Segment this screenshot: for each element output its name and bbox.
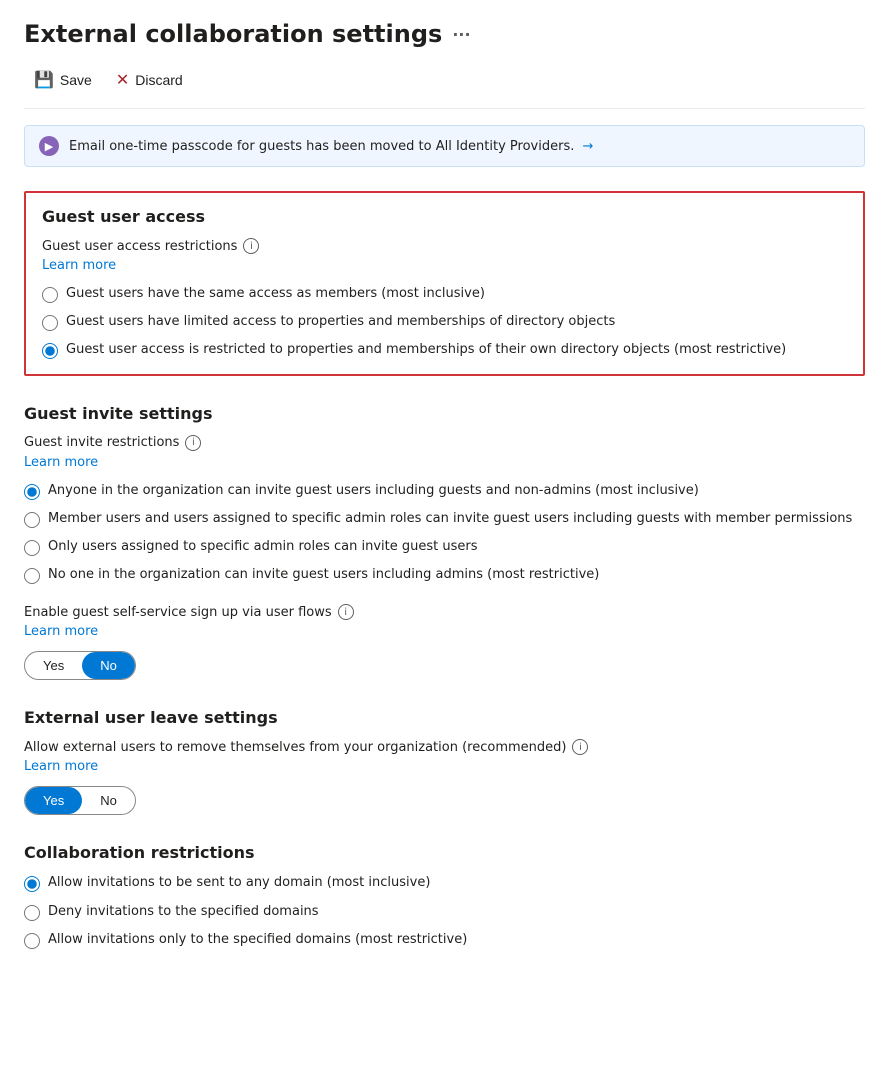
guest-user-access-option-1[interactable]: Guest users have the same access as memb…	[42, 285, 847, 303]
external-leave-toggle: Yes No	[24, 786, 136, 815]
guest-invite-radio-1[interactable]	[24, 484, 40, 500]
notification-arrow[interactable]: →	[582, 139, 593, 154]
collab-restrictions-radio-1[interactable]	[24, 876, 40, 892]
more-options-icon[interactable]: ···	[452, 25, 470, 44]
guest-selfservice-no-button[interactable]: No	[82, 652, 135, 679]
notification-bar: ▶ Email one-time passcode for guests has…	[24, 125, 865, 167]
discard-icon: ✕	[116, 70, 129, 90]
toolbar: 💾 Save ✕ Discard	[24, 64, 865, 109]
collab-restrictions-title: Collaboration restrictions	[24, 843, 865, 862]
guest-invite-radio-3[interactable]	[24, 540, 40, 556]
guest-selfservice-label: Enable guest self-service sign up via us…	[24, 604, 865, 620]
guest-invite-option-label-2: Member users and users assigned to speci…	[48, 510, 852, 528]
guest-user-access-radio-3[interactable]	[42, 343, 58, 359]
guest-invite-info-icon[interactable]: i	[185, 435, 201, 451]
guest-invite-option-3[interactable]: Only users assigned to specific admin ro…	[24, 538, 865, 556]
collab-restrictions-option-2[interactable]: Deny invitations to the specified domain…	[24, 903, 865, 921]
guest-invite-radio-4[interactable]	[24, 568, 40, 584]
guest-invite-option-label-1: Anyone in the organization can invite gu…	[48, 482, 699, 500]
external-leave-label: Allow external users to remove themselve…	[24, 739, 865, 755]
guest-user-access-option-label-1: Guest users have the same access as memb…	[66, 285, 485, 303]
guest-selfservice-learn-more[interactable]: Learn more	[24, 624, 865, 639]
guest-user-access-option-3[interactable]: Guest user access is restricted to prope…	[42, 341, 847, 359]
notification-icon: ▶	[39, 136, 59, 156]
collab-restrictions-option-label-2: Deny invitations to the specified domain…	[48, 903, 319, 921]
collab-restrictions-option-1[interactable]: Allow invitations to be sent to any doma…	[24, 874, 865, 892]
guest-user-access-section: Guest user access Guest user access rest…	[24, 191, 865, 376]
save-icon: 💾	[34, 70, 54, 90]
discard-button[interactable]: ✕ Discard	[106, 64, 193, 96]
guest-invite-section: Guest invite settings Guest invite restr…	[24, 404, 865, 681]
guest-invite-title: Guest invite settings	[24, 404, 865, 423]
guest-selfservice-yes-button[interactable]: Yes	[25, 652, 82, 679]
guest-user-access-option-label-2: Guest users have limited access to prope…	[66, 313, 615, 331]
page-title: External collaboration settings	[24, 20, 442, 48]
collab-restrictions-option-label-1: Allow invitations to be sent to any doma…	[48, 874, 430, 892]
guest-user-access-info-icon[interactable]: i	[243, 238, 259, 254]
guest-user-access-radio-2[interactable]	[42, 315, 58, 331]
external-leave-section: External user leave settings Allow exter…	[24, 708, 865, 815]
collab-restrictions-section: Collaboration restrictions Allow invitat…	[24, 843, 865, 949]
guest-invite-label: Guest invite restrictions i	[24, 435, 865, 451]
guest-invite-option-label-4: No one in the organization can invite gu…	[48, 566, 599, 584]
guest-invite-radio-2[interactable]	[24, 512, 40, 528]
collab-restrictions-option-3[interactable]: Allow invitations only to the specified …	[24, 931, 865, 949]
guest-invite-option-2[interactable]: Member users and users assigned to speci…	[24, 510, 865, 528]
collab-restrictions-radio-3[interactable]	[24, 933, 40, 949]
guest-user-access-option-label-3: Guest user access is restricted to prope…	[66, 341, 786, 359]
external-leave-learn-more[interactable]: Learn more	[24, 759, 865, 774]
external-leave-info-icon[interactable]: i	[572, 739, 588, 755]
guest-user-access-radio-1[interactable]	[42, 287, 58, 303]
collab-restrictions-options: Allow invitations to be sent to any doma…	[24, 874, 865, 949]
guest-selfservice-info-icon[interactable]: i	[338, 604, 354, 620]
guest-invite-option-label-3: Only users assigned to specific admin ro…	[48, 538, 477, 556]
save-label: Save	[60, 72, 92, 88]
guest-invite-option-1[interactable]: Anyone in the organization can invite gu…	[24, 482, 865, 500]
collab-restrictions-radio-2[interactable]	[24, 905, 40, 921]
notification-text: Email one-time passcode for guests has b…	[69, 139, 593, 154]
guest-invite-learn-more[interactable]: Learn more	[24, 455, 865, 470]
save-button[interactable]: 💾 Save	[24, 64, 102, 96]
guest-user-access-label: Guest user access restrictions i	[42, 238, 847, 254]
external-leave-title: External user leave settings	[24, 708, 865, 727]
guest-user-access-options: Guest users have the same access as memb…	[42, 285, 847, 360]
guest-invite-options: Anyone in the organization can invite gu…	[24, 482, 865, 585]
guest-user-access-option-2[interactable]: Guest users have limited access to prope…	[42, 313, 847, 331]
external-leave-yes-button[interactable]: Yes	[25, 787, 82, 814]
guest-user-access-learn-more[interactable]: Learn more	[42, 258, 847, 273]
collab-restrictions-option-label-3: Allow invitations only to the specified …	[48, 931, 467, 949]
guest-selfservice-toggle: Yes No	[24, 651, 136, 680]
guest-user-access-title: Guest user access	[42, 207, 847, 226]
guest-invite-option-4[interactable]: No one in the organization can invite gu…	[24, 566, 865, 584]
discard-label: Discard	[135, 72, 182, 88]
external-leave-no-button[interactable]: No	[82, 787, 135, 814]
